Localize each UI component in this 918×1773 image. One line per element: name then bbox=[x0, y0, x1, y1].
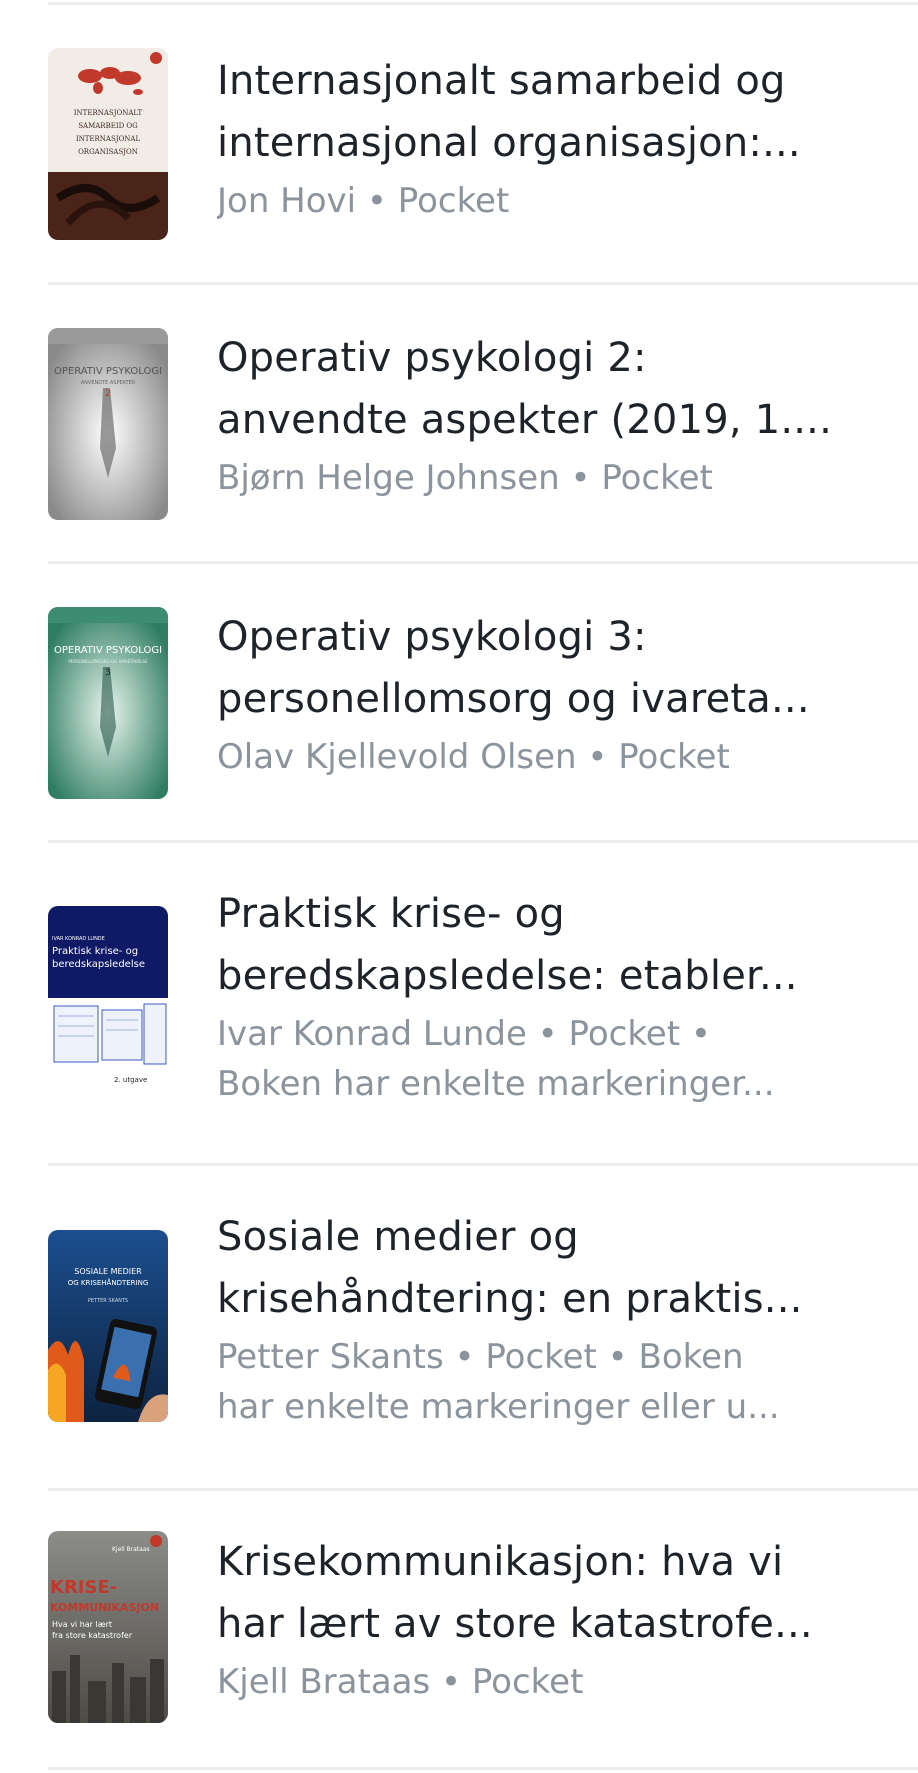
list-item[interactable]: OPERATIV PSYKOLOGI PERSONELLOMSORG OG IV… bbox=[0, 564, 918, 840]
cover-text: SAMARBEID OG bbox=[78, 122, 138, 130]
book-meta: Olav Kjellevold Olsen • Pocket bbox=[217, 732, 877, 782]
cover-text: IVAR KONRAD LUNDE bbox=[52, 936, 105, 942]
cover-text: KRISE- bbox=[50, 1577, 117, 1598]
book-title: Krisekommunikasjon: hva vi har lært av s… bbox=[217, 1531, 877, 1655]
book-meta-line: Bjørn Helge Johnsen • Pocket bbox=[217, 458, 713, 498]
book-meta-line: Boken har enkelte markeringer... bbox=[217, 1064, 775, 1104]
cover-text: Hva vi har lært bbox=[52, 1620, 112, 1629]
book-title: Operativ psykologi 3: personellomsorg og… bbox=[217, 606, 877, 730]
cover-text: SOSIALE MEDIER bbox=[74, 1267, 142, 1276]
grey-figure-book-cover: OPERATIV PSYKOLOGI ANVENDTE ASPEKTER 2 bbox=[48, 328, 168, 520]
book-title-line: har lært av store katastrofe... bbox=[217, 1601, 813, 1647]
book-meta: Bjørn Helge Johnsen • Pocket bbox=[217, 453, 877, 503]
book-title: Sosiale medier og krisehåndtering: en pr… bbox=[217, 1206, 877, 1330]
cover-text: OPERATIV PSYKOLOGI bbox=[54, 366, 162, 377]
book-title-line: Operativ psykologi 3: bbox=[217, 614, 647, 660]
book-meta: Petter Skants • Pocket • Boken har enkel… bbox=[217, 1332, 877, 1432]
cover-text: 2 bbox=[105, 389, 111, 399]
book-title-line: Internasjonalt samarbeid og bbox=[217, 58, 786, 104]
list-item[interactable]: SOSIALE MEDIER OG KRISEHÅNDTERING PETTER… bbox=[0, 1166, 918, 1488]
list-item[interactable]: OPERATIV PSYKOLOGI ANVENDTE ASPEKTER 2 O… bbox=[0, 285, 918, 561]
cover-text: 3 bbox=[105, 668, 111, 678]
book-info: Internasjonalt samarbeid og internasjona… bbox=[217, 50, 877, 226]
list-item[interactable]: Kjell Brataas KRISE- KOMMUNIKASJON Hva v… bbox=[0, 1491, 918, 1767]
cover-text: fra store katastrofer bbox=[52, 1631, 133, 1640]
cover-text: PETTER SKANTS bbox=[88, 1298, 128, 1304]
book-meta-line: Kjell Brataas • Pocket bbox=[217, 1662, 584, 1702]
ruins-book-cover: Kjell Brataas KRISE- KOMMUNIKASJON Hva v… bbox=[48, 1531, 168, 1723]
cover-text: INTERNASJONALT bbox=[74, 109, 143, 117]
book-meta: Kjell Brataas • Pocket bbox=[217, 1657, 877, 1707]
cover-text: beredskapsledelse bbox=[52, 959, 145, 970]
book-title-line: krisehåndtering: en praktis... bbox=[217, 1276, 803, 1322]
book-meta-line: Olav Kjellevold Olsen • Pocket bbox=[217, 737, 730, 777]
phone-fire-book-cover: SOSIALE MEDIER OG KRISEHÅNDTERING PETTER… bbox=[48, 1230, 168, 1422]
book-title-line: beredskapsledelse: etabler... bbox=[217, 953, 798, 999]
book-meta-line: Jon Hovi • Pocket bbox=[217, 181, 510, 221]
cover-text: ORGANISASJON bbox=[78, 148, 138, 156]
cover-text: INTERNASJONAL bbox=[76, 135, 141, 143]
cover-text: PERSONELLOMSORG OG IVARETAKELSE bbox=[68, 659, 148, 664]
book-info: Krisekommunikasjon: hva vi har lært av s… bbox=[217, 1531, 877, 1707]
green-figure-book-cover: OPERATIV PSYKOLOGI PERSONELLOMSORG OG IV… bbox=[48, 607, 168, 799]
cover-text: 2. utgave bbox=[114, 1076, 147, 1084]
cover-text: Kjell Brataas bbox=[112, 1546, 150, 1553]
navy-forms-book-cover: IVAR KONRAD LUNDE Praktisk krise- og ber… bbox=[48, 906, 168, 1098]
book-title-line: Krisekommunikasjon: hva vi bbox=[217, 1539, 784, 1585]
book-meta: Jon Hovi • Pocket bbox=[217, 176, 877, 226]
book-meta-line: Petter Skants • Pocket • Boken bbox=[217, 1337, 744, 1377]
cover-text: KOMMUNIKASJON bbox=[50, 1601, 159, 1614]
book-title-line: personellomsorg og ivareta... bbox=[217, 676, 810, 722]
cover-text: OG KRISEHÅNDTERING bbox=[68, 1278, 149, 1287]
book-info: Operativ psykologi 3: personellomsorg og… bbox=[217, 606, 877, 782]
list-item[interactable]: INTERNASJONALT SAMARBEID OG INTERNASJONA… bbox=[0, 6, 918, 282]
book-info: Praktisk krise- og beredskapsledelse: et… bbox=[217, 883, 877, 1109]
book-title-line: anvendte aspekter (2019, 1.... bbox=[217, 397, 833, 443]
book-title-line: Sosiale medier og bbox=[217, 1214, 579, 1260]
cover-text: Praktisk krise- og bbox=[52, 946, 138, 957]
list-item[interactable]: IVAR KONRAD LUNDE Praktisk krise- og ber… bbox=[0, 843, 918, 1163]
cover-text: OPERATIV PSYKOLOGI bbox=[54, 645, 162, 656]
book-meta: Ivar Konrad Lunde • Pocket • Boken har e… bbox=[217, 1009, 877, 1109]
world-map-book-cover: INTERNASJONALT SAMARBEID OG INTERNASJONA… bbox=[48, 48, 168, 240]
book-title-line: Praktisk krise- og bbox=[217, 891, 565, 937]
book-title: Praktisk krise- og beredskapsledelse: et… bbox=[217, 883, 877, 1007]
separator bbox=[48, 1767, 918, 1770]
separator bbox=[48, 2, 918, 5]
cover-text: ANVENDTE ASPEKTER bbox=[81, 380, 136, 386]
book-title-line: internasjonal organisasjon:... bbox=[217, 120, 801, 166]
book-title: Internasjonalt samarbeid og internasjona… bbox=[217, 50, 877, 174]
book-info: Sosiale medier og krisehåndtering: en pr… bbox=[217, 1206, 877, 1432]
book-list: INTERNASJONALT SAMARBEID OG INTERNASJONA… bbox=[0, 0, 918, 1773]
book-info: Operativ psykologi 2: anvendte aspekter … bbox=[217, 327, 877, 503]
book-title: Operativ psykologi 2: anvendte aspekter … bbox=[217, 327, 877, 451]
book-title-line: Operativ psykologi 2: bbox=[217, 335, 647, 381]
book-meta-line: Ivar Konrad Lunde • Pocket • bbox=[217, 1014, 711, 1054]
book-meta-line: har enkelte markeringer eller u... bbox=[217, 1387, 780, 1427]
